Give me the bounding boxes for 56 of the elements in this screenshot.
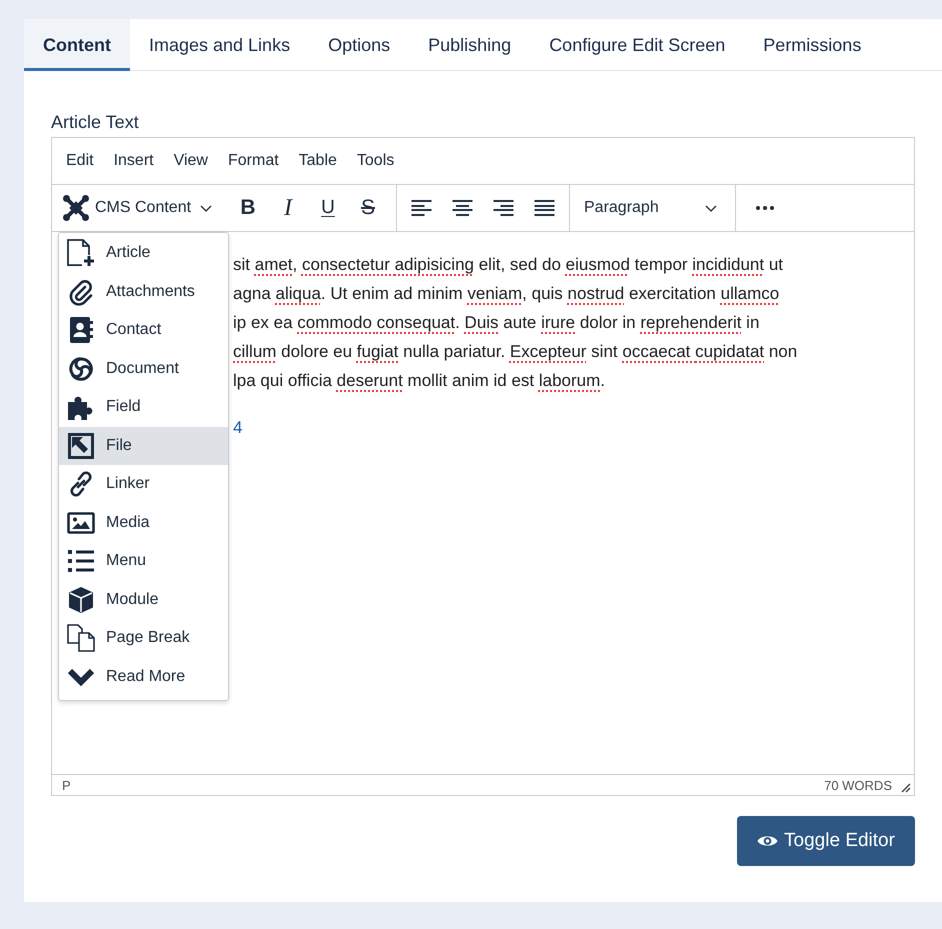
word-count: 70 WORDS bbox=[824, 778, 892, 792]
tab[interactable]: Options bbox=[309, 19, 410, 71]
paperclip-icon bbox=[67, 278, 95, 306]
tab[interactable]: Permissions bbox=[744, 19, 880, 71]
address-book-icon bbox=[67, 316, 95, 344]
dropdown-item[interactable]: Attachments bbox=[59, 272, 228, 311]
paragraph-line: cillum dolore eu fugiat nulla pariatur. Excepteur sint occaecat cupidatat non bbox=[233, 341, 798, 363]
link-text[interactable]: 4 bbox=[233, 418, 242, 437]
file-plus-icon bbox=[67, 239, 95, 268]
swirl-icon bbox=[67, 354, 95, 383]
resize-handle-icon[interactable] bbox=[901, 783, 911, 793]
align-center-icon[interactable] bbox=[452, 200, 473, 216]
paragraph-line: agna aliqua. Ut enim ad minim veniam, quis nostrud exercitation ullamco bbox=[233, 283, 780, 305]
tab[interactable]: Publishing bbox=[409, 19, 530, 71]
dropdown-item[interactable]: Module bbox=[59, 580, 228, 619]
menubar-trigger[interactable]: Edit bbox=[56, 152, 104, 170]
dropdown-item[interactable]: Field bbox=[59, 388, 228, 426]
justify-icon[interactable] bbox=[534, 200, 555, 216]
tab[interactable]: Images and Links bbox=[130, 19, 310, 71]
bold-button[interactable]: B bbox=[231, 191, 265, 225]
align-right-icon[interactable] bbox=[493, 200, 514, 216]
dropdown-item[interactable]: Media bbox=[59, 504, 228, 542]
cms-content-button[interactable]: CMS Content bbox=[58, 191, 228, 225]
dropdown-item[interactable]: Menu bbox=[59, 542, 228, 580]
menubar-trigger[interactable]: Format bbox=[218, 152, 289, 170]
more-icon[interactable] bbox=[756, 206, 774, 210]
field-label: Article Text bbox=[51, 111, 140, 133]
element-path[interactable]: P bbox=[62, 778, 71, 792]
eye-icon bbox=[757, 834, 778, 848]
caret-icon bbox=[200, 204, 212, 212]
paragraph-line: ip ex ea commodo consequat. Duis aute irure dolor in reprehenderit in bbox=[233, 312, 760, 334]
dropdown-item[interactable]: Page Break bbox=[59, 619, 228, 658]
dropdown-item[interactable]: Contact bbox=[59, 311, 228, 350]
dropdown-item[interactable]: Linker bbox=[59, 465, 228, 504]
menubar-trigger[interactable]: Table bbox=[288, 152, 347, 170]
menubar-trigger[interactable]: Tools bbox=[346, 152, 404, 170]
strikethrough-button[interactable]: S bbox=[351, 191, 385, 225]
menubar-trigger[interactable]: View bbox=[164, 152, 218, 170]
align-left-icon[interactable] bbox=[411, 200, 432, 216]
pages-icon bbox=[67, 624, 95, 652]
dropdown-item[interactable]: Document bbox=[59, 350, 228, 388]
block-format-select[interactable]: Paragraph bbox=[574, 191, 731, 225]
underline-button[interactable]: U bbox=[311, 191, 345, 225]
dropdown-item[interactable]: Read More bbox=[59, 658, 228, 696]
tab[interactable]: Content bbox=[24, 19, 130, 71]
tab[interactable]: Configure Edit Screen bbox=[530, 19, 744, 71]
menubar-trigger[interactable]: Insert bbox=[104, 152, 164, 170]
italic-button[interactable]: I bbox=[271, 191, 305, 225]
caret-icon bbox=[705, 204, 717, 212]
paragraph-line: sit amet, consectetur adipisicing elit, sed do eiusmod tempor incididunt ut bbox=[233, 254, 784, 276]
toggle-editor-button[interactable]: Toggle Editor bbox=[737, 816, 915, 866]
dropdown-item[interactable]: File bbox=[59, 426, 228, 465]
cube-icon bbox=[67, 586, 95, 614]
dropdown-item[interactable]: Article bbox=[59, 234, 228, 272]
paragraph-line: lpa qui officia deserunt mollit anim id est laborum. bbox=[233, 370, 606, 392]
logo-icon bbox=[62, 194, 90, 222]
